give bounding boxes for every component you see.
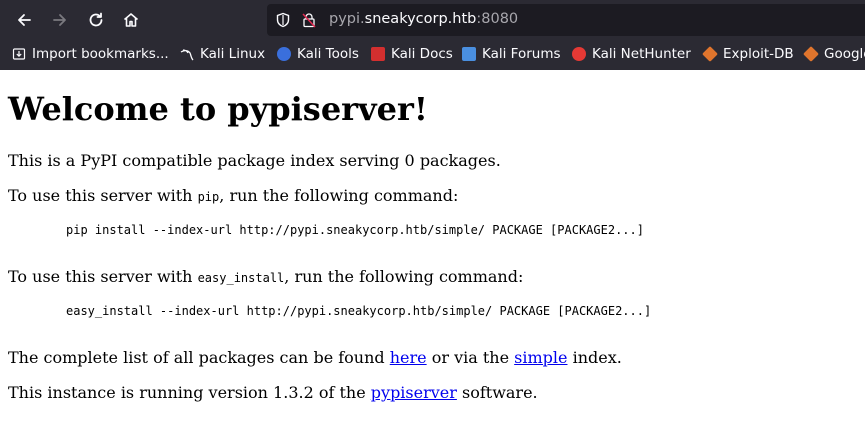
here-link[interactable]: here — [390, 348, 427, 367]
arrow-right-icon — [53, 14, 66, 26]
page-content: Welcome to pypiserver! This is a PyPI co… — [0, 70, 865, 432]
bookmark-label: Kali Forums — [482, 46, 561, 62]
version-suffix: software. — [456, 383, 538, 402]
url-text[interactable]: pypi.sneakycorp.htb:8080 — [329, 11, 518, 27]
home-button[interactable] — [119, 8, 143, 32]
bookmark-kali-forums[interactable]: Kali Forums — [462, 46, 561, 62]
pip-code: pip — [197, 190, 220, 204]
bookmark-kali-tools[interactable]: Kali Tools — [277, 46, 359, 62]
bookmark-label: Google — [824, 46, 865, 62]
back-button[interactable] — [12, 8, 36, 32]
bookmark-label: Kali NetHunter — [592, 46, 691, 62]
kali-docs-icon — [371, 47, 385, 61]
pip-instructions: To use this server with pip, run the fol… — [8, 186, 458, 205]
pip-prefix: To use this server with — [8, 186, 198, 205]
easy-code: easy_install — [197, 271, 285, 285]
bookmark-import[interactable]: Import bookmarks... — [12, 46, 169, 62]
shield-icon[interactable] — [275, 12, 291, 28]
pypiserver-link[interactable]: pypiserver — [371, 383, 457, 402]
easy-prefix: To use this server with — [8, 267, 198, 286]
import-icon — [12, 48, 26, 60]
list-suffix: index. — [567, 348, 622, 367]
version-text: This instance is running version 1.3.2 o… — [8, 383, 538, 402]
google-hacking-icon — [803, 46, 819, 62]
kali-nethunter-icon — [572, 47, 586, 61]
arrow-left-icon — [18, 14, 31, 26]
list-prefix: The complete list of all packages can be… — [8, 348, 390, 367]
bookmark-label: Kali Linux — [200, 46, 266, 62]
url-port: :8080 — [476, 11, 519, 27]
pip-command: pip install --index-url http://pypi.snea… — [66, 223, 644, 237]
intro-text: This is a PyPI compatible package index … — [8, 151, 501, 170]
navigation-toolbar: pypi.sneakycorp.htb:8080 — [0, 0, 865, 40]
bookmark-kali-linux[interactable]: Kali Linux — [180, 46, 265, 62]
exploit-db-icon — [702, 46, 718, 62]
bookmark-exploit-db[interactable]: Exploit-DB — [702, 46, 794, 62]
bookmark-kali-docs[interactable]: Kali Docs — [371, 46, 453, 62]
address-bar[interactable]: pypi.sneakycorp.htb:8080 — [267, 4, 865, 36]
reload-button[interactable] — [84, 8, 108, 32]
bookmarks-toolbar: Import bookmarks... Kali Linux Kali Tool… — [0, 40, 865, 70]
pip-suffix: , run the following command: — [219, 186, 459, 205]
browser-chrome: pypi.sneakycorp.htb:8080 Import bookmark… — [0, 0, 865, 70]
bookmark-label: Kali Tools — [297, 46, 359, 62]
bookmark-google[interactable]: Google — [803, 46, 865, 62]
simple-index-link[interactable]: simple — [514, 348, 567, 367]
easy-suffix: , run the following command: — [284, 267, 524, 286]
bookmark-label: Exploit-DB — [723, 46, 794, 62]
easy-install-instructions: To use this server with easy_install, ru… — [8, 267, 523, 286]
list-middle: or via the — [426, 348, 515, 367]
url-domain: sneakycorp.htb — [364, 11, 477, 27]
page-title: Welcome to pypiserver! — [8, 90, 428, 128]
kali-forums-icon — [462, 47, 476, 61]
home-icon — [123, 13, 139, 27]
easy-install-command: easy_install --index-url http://pypi.sne… — [66, 304, 652, 318]
package-list-text: The complete list of all packages can be… — [8, 348, 622, 367]
kali-tools-icon — [277, 47, 291, 61]
url-subdomain: pypi. — [329, 11, 365, 27]
forward-button[interactable] — [48, 8, 72, 32]
bookmark-label: Import bookmarks... — [32, 46, 169, 62]
bookmark-kali-nethunter[interactable]: Kali NetHunter — [572, 46, 691, 62]
insecure-lock-icon[interactable] — [301, 12, 317, 28]
kali-dragon-icon — [180, 49, 194, 61]
bookmark-label: Kali Docs — [391, 46, 453, 62]
version-prefix: This instance is running version 1.3.2 o… — [8, 383, 371, 402]
reload-icon — [89, 12, 103, 27]
